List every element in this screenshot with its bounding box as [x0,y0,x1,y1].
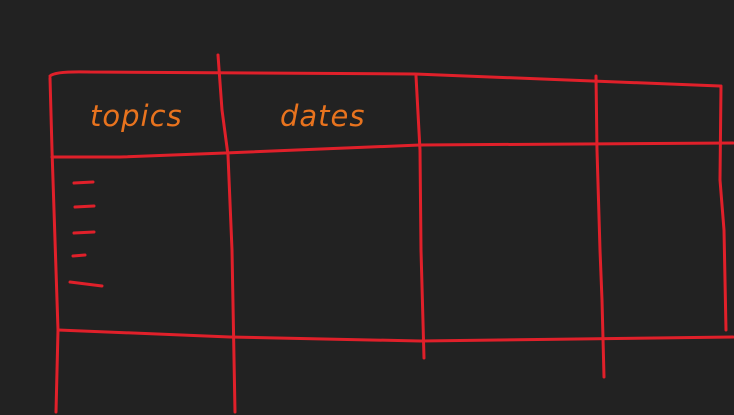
column-divider-1 [216,53,237,414]
whiteboard-canvas: topics dates [0,0,734,415]
table-right-border [718,84,728,332]
bullet-dash [72,180,95,185]
bullet-dash [71,253,87,258]
column-divider-3 [594,74,606,379]
header-divider-line [50,141,734,159]
hand-drawn-table: topics dates [48,53,734,414]
table-top-border [48,70,722,88]
bullet-list [68,180,104,288]
table-left-border [48,76,60,414]
header-dates: dates [280,99,366,133]
bullet-dash [68,280,104,288]
row-divider-line [56,328,734,343]
column-divider-2 [414,74,426,360]
bullet-dash [73,204,96,209]
bullet-dash [72,230,96,235]
header-topics: topics [90,99,183,133]
